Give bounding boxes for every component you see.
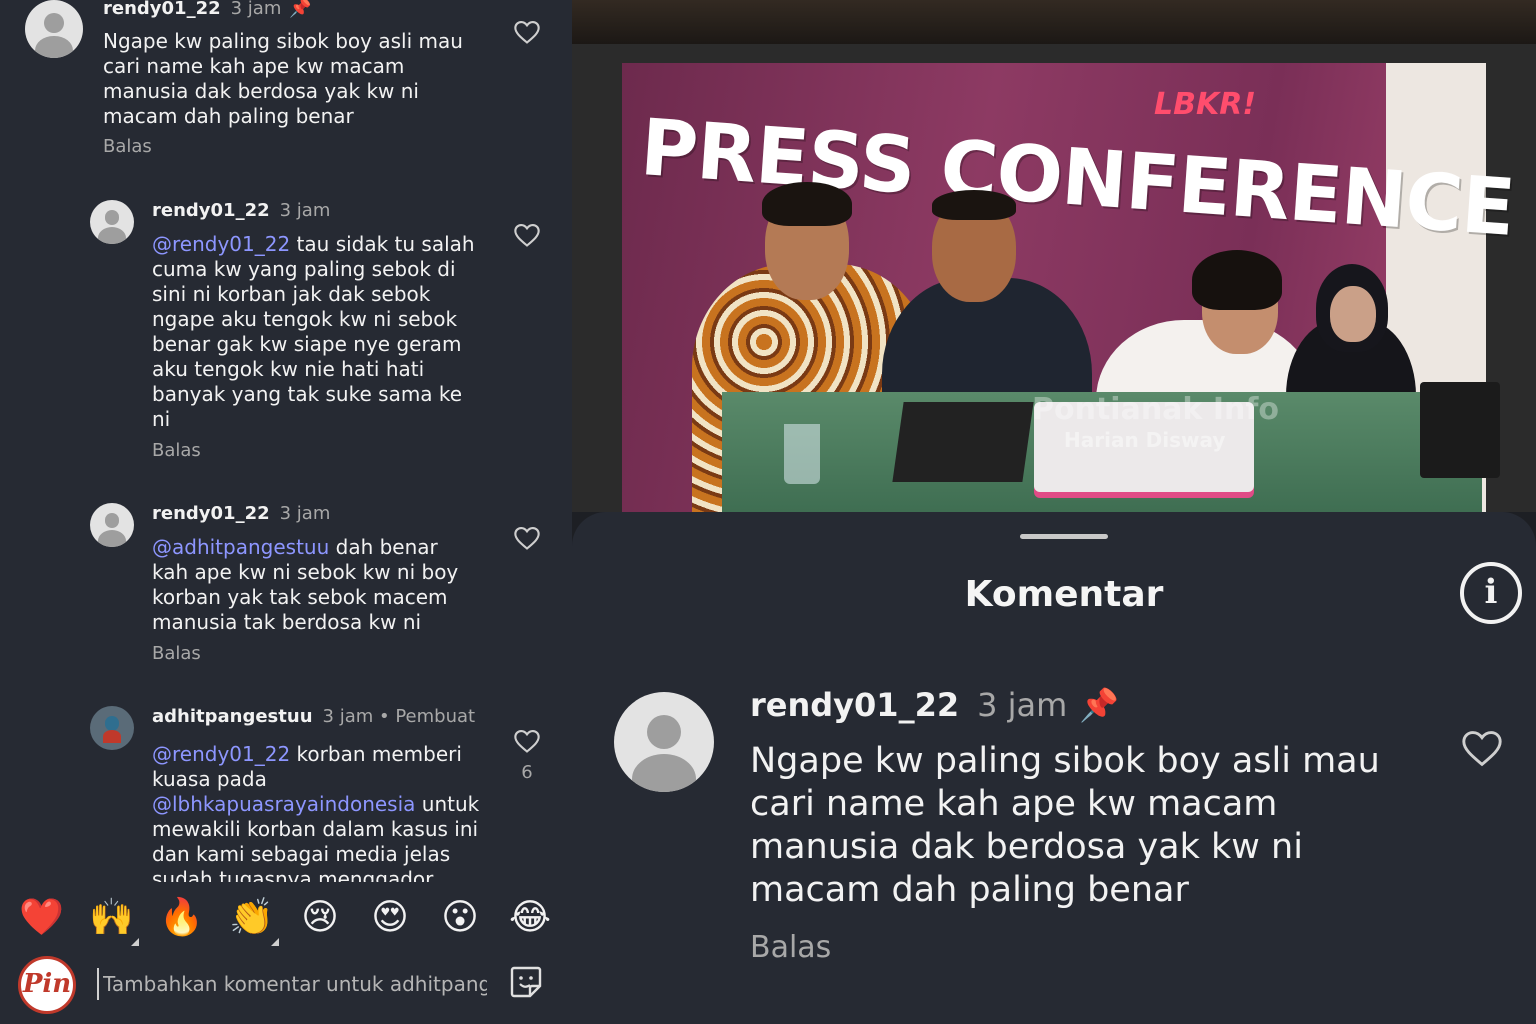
avatar[interactable] (25, 0, 83, 58)
video-player[interactable]: PRESS CONFERENCE LBKR! Pontianak Info Ha… (572, 0, 1536, 512)
comment-time: 3 jam (279, 200, 331, 221)
variant-indicator-icon (131, 938, 139, 946)
comment-text: Ngape kw paling sibok boy asli mau cari … (103, 29, 463, 128)
comment-username[interactable]: adhitpangestuu (152, 706, 313, 727)
comment-item: adhitpangestuu 3 jam • Pembuat @rendy01_2… (0, 706, 572, 882)
comment-text: @rendy01_22 tau sidak tu salah cuma kw y… (152, 232, 475, 431)
printer (1420, 382, 1500, 478)
variant-indicator-icon (271, 938, 279, 946)
drag-handle[interactable] (1020, 534, 1108, 539)
comment-text: @rendy01_22 korban memberi kuasa pada @l… (152, 742, 480, 882)
heart-icon[interactable] (513, 525, 541, 551)
comment-meta: rendy01_22 3 jam 📌 (103, 0, 312, 19)
glass (784, 424, 820, 484)
emoji-heart-eyes-button[interactable]: 😍 (368, 896, 412, 940)
avatar[interactable] (90, 200, 134, 244)
reply-button[interactable]: Balas (103, 136, 152, 157)
sticker-icon[interactable] (508, 964, 544, 1000)
comment-meta: adhitpangestuu 3 jam • Pembuat (152, 706, 475, 727)
comment-username[interactable]: rendy01_22 (103, 0, 221, 19)
heart-icon[interactable] (513, 222, 541, 248)
video-top-strip (572, 0, 1536, 44)
creator-badge: • Pembuat (373, 706, 476, 727)
comments-sheet: Komentar i rendy01_22 3 jam 📌 Ngape kw pal… (572, 512, 1536, 1024)
comment-username[interactable]: rendy01_22 (152, 200, 270, 221)
emoji-fire-button[interactable]: 🔥 (159, 896, 204, 940)
emoji-crying-button[interactable]: 😢 (298, 896, 342, 940)
comment-time: 3 jam (279, 503, 331, 524)
comments-panel: rendy01_22 3 jam 📌 Ngape kw paling sibok b… (0, 0, 572, 1024)
my-avatar[interactable]: Pin (18, 956, 76, 1014)
watermark: Pontianak Info (1032, 392, 1280, 427)
pin-icon: 📌 (1079, 686, 1120, 724)
sheet-title: Komentar (964, 574, 1164, 615)
comment-time: 3 jam (230, 0, 282, 19)
reply-button[interactable]: Balas (152, 643, 201, 664)
mention-link[interactable]: @adhitpangestuu (152, 535, 329, 559)
reply-button[interactable]: Balas (152, 440, 201, 461)
emoji-heart-button[interactable]: ❤️ (19, 896, 64, 940)
emoji-laughing-button[interactable]: 😂 (508, 896, 552, 940)
comment-username[interactable]: rendy01_22 (152, 503, 270, 524)
comment-meta: rendy01_22 3 jam (152, 503, 330, 524)
avatar[interactable] (614, 692, 714, 792)
comment-time: 3 jam (977, 686, 1068, 724)
watermark-sub: Harian Disway (1064, 428, 1226, 452)
mention-link[interactable]: @rendy01_22 (152, 232, 290, 256)
banner-logo: LBKR! (1154, 87, 1257, 122)
heart-icon[interactable] (1460, 728, 1504, 768)
avatar[interactable] (90, 503, 134, 547)
comment-text: @adhitpangestuu dah benar kah ape kw ni … (152, 535, 459, 634)
emoji-reaction-bar: ❤️ 🙌 🔥 👏 😢 😍 😮 😂 (0, 882, 572, 954)
like-count: 6 (521, 762, 533, 783)
emoji-clap-button[interactable]: 👏 (229, 896, 274, 940)
reply-button[interactable]: Balas (750, 930, 831, 965)
avatar[interactable] (90, 706, 134, 750)
mention-link[interactable]: @rendy01_22 (152, 742, 290, 766)
comment-input[interactable] (97, 968, 487, 1000)
pin-icon: 📌 (289, 0, 312, 19)
emoji-raised-hands-button[interactable]: 🙌 (89, 896, 134, 940)
mention-link[interactable]: @lbhkapuasrayaindonesia (152, 792, 415, 816)
heart-icon[interactable] (513, 728, 541, 754)
laptop (892, 402, 1034, 482)
comment-username[interactable]: rendy01_22 (750, 686, 959, 724)
comment-text: Ngape kw paling sibok boy asli mau cari … (750, 741, 1380, 910)
info-icon[interactable]: i (1460, 562, 1522, 624)
heart-icon[interactable] (513, 19, 541, 45)
comment-time: 3 jam (322, 706, 374, 727)
emoji-surprised-button[interactable]: 😮 (438, 896, 482, 940)
comment-meta: rendy01_22 3 jam 📌 (750, 686, 1119, 724)
comment-meta: rendy01_22 3 jam (152, 200, 330, 221)
